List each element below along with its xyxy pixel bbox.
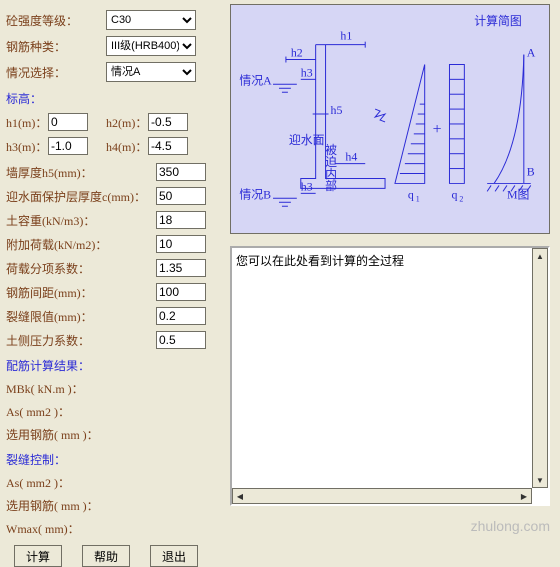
thickness-label: 墙厚度h5(mm)： — [6, 164, 156, 181]
svg-text:情况A: 情况A — [239, 73, 272, 87]
h4-input[interactable] — [148, 137, 188, 155]
h2-input[interactable] — [148, 113, 188, 131]
svg-text:1: 1 — [416, 194, 420, 203]
situation-label: 情况选择： — [6, 64, 106, 81]
bar-spacing-input[interactable] — [156, 283, 206, 301]
pressure-factor-input[interactable] — [156, 331, 206, 349]
cover-label: 迎水面保护层厚度c(mm)： — [6, 188, 156, 205]
form-panel: 砼强度等级： C30 钢筋种类： III级(HRB400) 情况选择： 情况A … — [6, 4, 222, 504]
h3-label: h3(m)： — [6, 138, 48, 155]
h1-input[interactable] — [48, 113, 88, 131]
svg-text:q: q — [451, 187, 457, 201]
soil-weight-label: 土容重(kN/m3)： — [6, 212, 156, 229]
svg-text:h4: h4 — [345, 150, 357, 164]
crack-limit-label: 裂缝限值(mm)： — [6, 308, 156, 325]
calc-button[interactable]: 计算 — [14, 545, 62, 567]
scroll-right-icon[interactable]: ▶ — [517, 489, 531, 503]
output-panel: 您可以在此处看到计算的全过程 ▲ ▼ ◀ ▶ — [230, 246, 550, 506]
thickness-input[interactable] — [156, 163, 206, 181]
elevation-heading: 标高： — [6, 90, 222, 107]
cover-input[interactable] — [156, 187, 206, 205]
scrollbar-vertical[interactable]: ▲ ▼ — [532, 248, 548, 488]
soil-weight-input[interactable] — [156, 211, 206, 229]
svg-text:2: 2 — [459, 194, 463, 203]
exit-button[interactable]: 退出 — [150, 545, 198, 567]
svg-text:B: B — [527, 165, 535, 179]
scroll-up-icon[interactable]: ▲ — [533, 249, 547, 263]
bar-spacing-label: 钢筋间距(mm)： — [6, 284, 156, 301]
help-button[interactable]: 帮助 — [82, 545, 130, 567]
h3-input[interactable] — [48, 137, 88, 155]
crack-heading: 裂缝控制： — [6, 451, 222, 468]
svg-text:M图: M图 — [507, 187, 529, 201]
results-as-label: As( mm2 )： — [6, 403, 106, 420]
extra-load-label: 附加荷载(kN/m2)： — [6, 236, 156, 253]
svg-text:A: A — [527, 46, 536, 60]
load-factor-input[interactable] — [156, 259, 206, 277]
mbk-label: MBk( kN.m )： — [6, 380, 106, 397]
svg-text:h3: h3 — [301, 179, 313, 193]
svg-text:h2: h2 — [291, 46, 303, 60]
output-text: 您可以在此处看到计算的全过程 — [236, 252, 544, 269]
svg-text:h5: h5 — [331, 103, 343, 117]
svg-text:h1: h1 — [340, 29, 352, 43]
watermark: zhulong.com — [471, 518, 550, 534]
scroll-left-icon[interactable]: ◀ — [233, 489, 247, 503]
scroll-down-icon[interactable]: ▼ — [533, 473, 547, 487]
wmax-label: Wmax( mm)： — [6, 520, 106, 537]
svg-text:q: q — [408, 187, 414, 201]
pressure-factor-label: 土侧压力系数： — [6, 332, 156, 349]
svg-text:h3: h3 — [301, 65, 313, 79]
strength-label: 砼强度等级： — [6, 12, 106, 29]
svg-text:被迫内部: 被迫内部 — [324, 144, 338, 192]
diagram-panel: 计算简图 h1 h2 情况A h3 h5 迎水面 被迫内部 h4 情况B h3 … — [230, 4, 550, 234]
svg-text:情况B: 情况B — [239, 187, 271, 201]
crack-as-label: As( mm2 )： — [6, 474, 106, 491]
h2-label: h2(m)： — [106, 114, 148, 131]
h4-label: h4(m)： — [106, 138, 148, 155]
crack-rebar-label: 选用钢筋( mm )： — [6, 497, 106, 514]
svg-text:+: + — [433, 121, 442, 138]
crack-limit-input[interactable] — [156, 307, 206, 325]
situation-select[interactable]: 情况A — [106, 62, 196, 82]
steel-label: 钢筋种类： — [6, 38, 106, 55]
results-rebar-label: 选用钢筋( mm )： — [6, 426, 106, 443]
strength-select[interactable]: C30 — [106, 10, 196, 30]
extra-load-input[interactable] — [156, 235, 206, 253]
svg-text:迎水面: 迎水面 — [289, 133, 325, 147]
diagram-title: 计算简图 — [474, 14, 522, 28]
scrollbar-horizontal[interactable]: ◀ ▶ — [232, 488, 532, 504]
load-factor-label: 荷载分项系数： — [6, 260, 156, 277]
h1-label: h1(m)： — [6, 114, 48, 131]
results-heading: 配筋计算结果： — [6, 357, 222, 374]
steel-select[interactable]: III级(HRB400) — [106, 36, 196, 56]
